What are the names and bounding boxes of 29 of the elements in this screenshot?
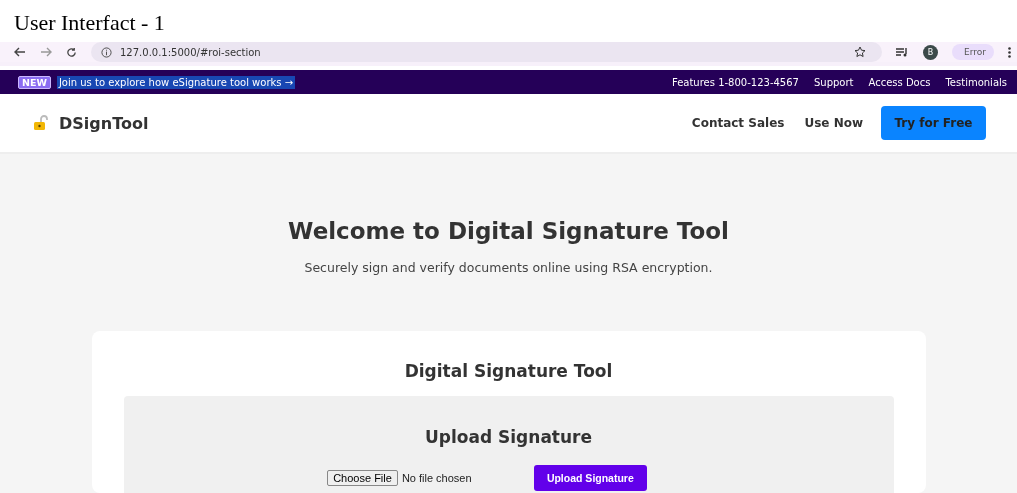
panel-title: Upload Signature (425, 427, 592, 447)
menu-icon[interactable] (1008, 46, 1011, 58)
error-chip[interactable]: Error (952, 44, 994, 60)
profile-avatar[interactable]: B (923, 44, 939, 60)
star-icon[interactable] (854, 46, 867, 58)
nav-link[interactable]: Contact Sales (691, 116, 785, 130)
hero-title: Welcome to Digital Signature Tool (288, 218, 729, 244)
forward-icon[interactable] (40, 47, 52, 57)
announcement-link[interactable]: Join us to explore how eSignature tool works → (56, 75, 296, 89)
brand-name[interactable]: DSignTool (59, 113, 149, 133)
file-status: No file chosen (401, 472, 473, 484)
top-link[interactable]: Support (813, 76, 854, 88)
address-bar[interactable]: 127.0.0.1:5000/#roi-section (91, 42, 883, 62)
back-icon[interactable] (14, 47, 26, 57)
top-link[interactable]: Features 1-800-123-4567 (671, 76, 799, 88)
top-link[interactable]: Testimonials (945, 76, 1007, 88)
upload-button[interactable]: Upload Signature (533, 465, 647, 491)
top-link[interactable]: Access Docs (868, 76, 931, 88)
padlock-icon (33, 115, 49, 131)
hero-subtitle: Securely sign and verify documents online using RSA encryption. (304, 260, 713, 275)
page-caption: User Interfact - 1 (13, 9, 166, 37)
try-free-button[interactable]: Try for Free (881, 106, 986, 140)
info-icon[interactable] (101, 46, 112, 58)
choose-file-button[interactable]: Choose File (327, 470, 398, 486)
new-badge: NEW (18, 75, 51, 89)
reload-icon[interactable] (66, 46, 77, 58)
card-title: Digital Signature Tool (404, 361, 613, 381)
nav-link[interactable]: Use Now (804, 116, 863, 130)
media-icon[interactable] (896, 47, 910, 57)
